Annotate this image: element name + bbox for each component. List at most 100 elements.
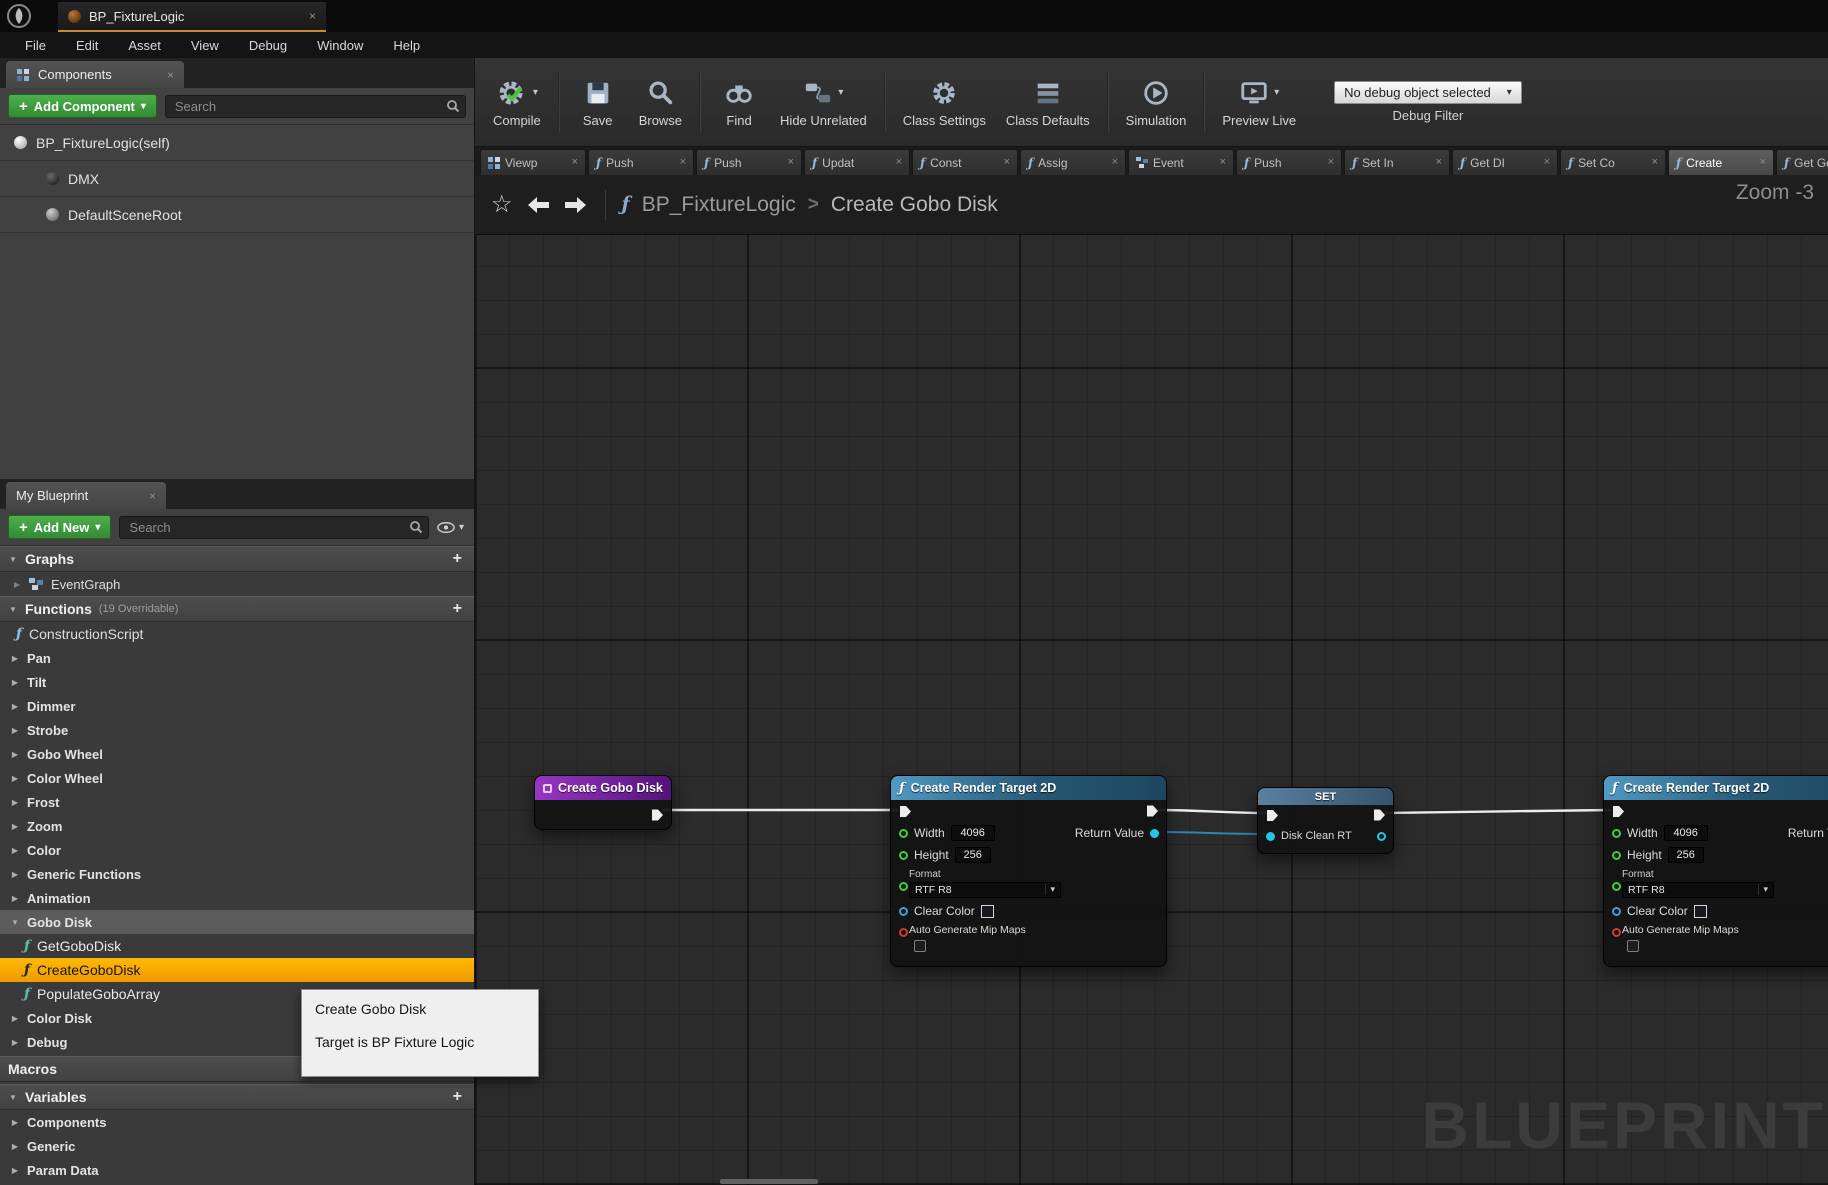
- add-graph-button[interactable]: +: [449, 551, 466, 567]
- graph-tab-push-3[interactable]: ƒ Push ×: [1236, 149, 1342, 175]
- graph-tab-set-in[interactable]: ƒ Set In ×: [1344, 149, 1450, 175]
- list-item-construction-script[interactable]: ƒ ConstructionScript: [0, 622, 474, 646]
- node-create-render-target-2d-2[interactable]: ƒ Create Render Target 2D Width: [1603, 775, 1828, 967]
- clear-color-swatch[interactable]: [1694, 905, 1707, 918]
- browse-button[interactable]: Browse: [629, 73, 692, 132]
- category-gobo-disk[interactable]: ▼ Gobo Disk: [0, 910, 474, 934]
- graph-tab-event[interactable]: Event ×: [1128, 149, 1234, 175]
- my-blueprint-search-input[interactable]: [119, 516, 429, 539]
- class-defaults-button[interactable]: Class Defaults: [996, 73, 1100, 132]
- category-dimmer[interactable]: ▶ Dimmer: [0, 694, 474, 718]
- close-icon[interactable]: ×: [149, 490, 156, 502]
- save-button[interactable]: Save: [567, 73, 629, 132]
- close-icon[interactable]: ×: [167, 69, 174, 81]
- document-tab[interactable]: BP_FixtureLogic ×: [58, 2, 326, 32]
- height-input[interactable]: [955, 847, 991, 863]
- add-variable-button[interactable]: +: [449, 1089, 466, 1105]
- graph-horizontal-scrollbar[interactable]: [720, 1179, 818, 1184]
- category-pan[interactable]: ▶ Pan: [0, 646, 474, 670]
- tab-components[interactable]: Components ×: [6, 61, 184, 88]
- disk-clean-rt-pin[interactable]: [1266, 832, 1275, 841]
- category-tilt[interactable]: ▶ Tilt: [0, 670, 474, 694]
- close-icon[interactable]: ×: [309, 10, 316, 22]
- close-icon[interactable]: ×: [788, 157, 794, 168]
- category-color-wheel[interactable]: ▶ Color Wheel: [0, 766, 474, 790]
- exec-in-pin[interactable]: [1266, 809, 1279, 822]
- list-item-getgobodisk[interactable]: ƒ GetGoboDisk: [0, 934, 474, 958]
- section-graphs[interactable]: ▼ Graphs +: [0, 546, 474, 572]
- node-set-disk-clean-rt[interactable]: SET Disk Clean RT: [1257, 787, 1394, 854]
- close-icon[interactable]: ×: [1220, 157, 1226, 168]
- graph-tab-update[interactable]: ƒ Updat ×: [804, 149, 910, 175]
- category-frost[interactable]: ▶ Frost: [0, 790, 474, 814]
- preview-live-button[interactable]: ▾ Preview Live: [1212, 73, 1306, 132]
- add-new-button[interactable]: + Add New ▾: [8, 515, 111, 539]
- close-icon[interactable]: ×: [572, 157, 578, 168]
- breadcrumb-current[interactable]: Create Gobo Disk: [831, 193, 998, 217]
- close-icon[interactable]: ×: [1328, 157, 1334, 168]
- menu-help[interactable]: Help: [378, 38, 435, 53]
- mipmaps-pin[interactable]: [1612, 928, 1621, 937]
- mipmaps-checkbox[interactable]: [914, 940, 926, 952]
- exec-out-pin[interactable]: [1146, 805, 1159, 818]
- add-function-button[interactable]: +: [449, 601, 466, 617]
- class-settings-button[interactable]: Class Settings: [893, 73, 996, 132]
- category-animation[interactable]: ▶ Animation: [0, 886, 474, 910]
- exec-in-pin[interactable]: [899, 805, 912, 818]
- find-button[interactable]: Find: [708, 73, 770, 132]
- close-icon[interactable]: ×: [1112, 157, 1118, 168]
- height-pin[interactable]: [899, 851, 908, 860]
- height-pin[interactable]: [1612, 851, 1621, 860]
- compile-button[interactable]: ▾ Compile: [483, 73, 551, 132]
- clear-color-swatch[interactable]: [981, 905, 994, 918]
- tree-item-scene-root[interactable]: DefaultSceneRoot: [0, 197, 474, 233]
- graph-tab-set-co[interactable]: ƒ Set Co ×: [1560, 149, 1666, 175]
- debug-object-select[interactable]: No debug object selected ▾: [1334, 81, 1522, 104]
- node-create-render-target-2d-1[interactable]: ƒ Create Render Target 2D Width: [890, 775, 1167, 967]
- close-icon[interactable]: ×: [1436, 157, 1442, 168]
- exec-out-pin[interactable]: [1373, 809, 1386, 822]
- category-strobe[interactable]: ▶ Strobe: [0, 718, 474, 742]
- menu-window[interactable]: Window: [302, 38, 378, 53]
- format-pin[interactable]: [1612, 882, 1621, 891]
- category-param-data[interactable]: ▶ Param Data: [0, 1158, 474, 1182]
- width-pin[interactable]: [1612, 829, 1621, 838]
- exec-out-pin[interactable]: [651, 808, 664, 821]
- close-icon[interactable]: ×: [896, 157, 902, 168]
- clear-color-pin[interactable]: [1612, 907, 1621, 916]
- close-icon[interactable]: ×: [1004, 157, 1010, 168]
- section-functions[interactable]: ▼ Functions (19 Overridable) +: [0, 596, 474, 622]
- mipmaps-checkbox[interactable]: [1627, 940, 1639, 952]
- format-pin[interactable]: [899, 882, 908, 891]
- close-icon[interactable]: ×: [1652, 157, 1658, 168]
- tab-my-blueprint[interactable]: My Blueprint ×: [6, 482, 166, 509]
- graph-tab-get-di[interactable]: ƒ Get DI ×: [1452, 149, 1558, 175]
- graph-tab-push-1[interactable]: ƒ Push ×: [588, 149, 694, 175]
- back-arrow-icon[interactable]: [525, 195, 551, 215]
- tree-item-dmx[interactable]: DMX: [0, 161, 474, 197]
- graph-tab-viewport[interactable]: Viewp ×: [480, 149, 586, 175]
- graph-canvas[interactable]: BLUEPRINT Create Gobo Disk: [475, 235, 1828, 1185]
- graph-tab-get-go[interactable]: ƒ Get Go ×: [1776, 149, 1828, 175]
- mipmaps-pin[interactable]: [899, 928, 908, 937]
- close-icon[interactable]: ×: [680, 157, 686, 168]
- simulation-button[interactable]: Simulation: [1116, 73, 1197, 132]
- height-input[interactable]: [1668, 847, 1704, 863]
- tree-item-self[interactable]: BP_FixtureLogic(self): [0, 125, 474, 161]
- graph-tab-push-2[interactable]: ƒ Push ×: [696, 149, 802, 175]
- menu-asset[interactable]: Asset: [113, 38, 176, 53]
- breadcrumb-root[interactable]: BP_FixtureLogic: [642, 193, 796, 217]
- category-components[interactable]: ▶ Components: [0, 1110, 474, 1134]
- graph-tab-const[interactable]: ƒ Const ×: [912, 149, 1018, 175]
- category-gobo-wheel[interactable]: ▶ Gobo Wheel: [0, 742, 474, 766]
- list-item-creategobodisk-selected[interactable]: ƒ CreateGoboDisk: [0, 958, 474, 982]
- width-input[interactable]: [951, 825, 995, 841]
- return-value-pin[interactable]: [1150, 829, 1159, 838]
- forward-arrow-icon[interactable]: [563, 195, 589, 215]
- set-output-pin[interactable]: [1377, 832, 1386, 841]
- close-icon[interactable]: ×: [1544, 157, 1550, 168]
- menu-edit[interactable]: Edit: [61, 38, 113, 53]
- close-icon[interactable]: ×: [1760, 157, 1766, 168]
- format-dropdown[interactable]: RTF R8 ▾: [1622, 882, 1774, 898]
- components-search-input[interactable]: [165, 95, 466, 118]
